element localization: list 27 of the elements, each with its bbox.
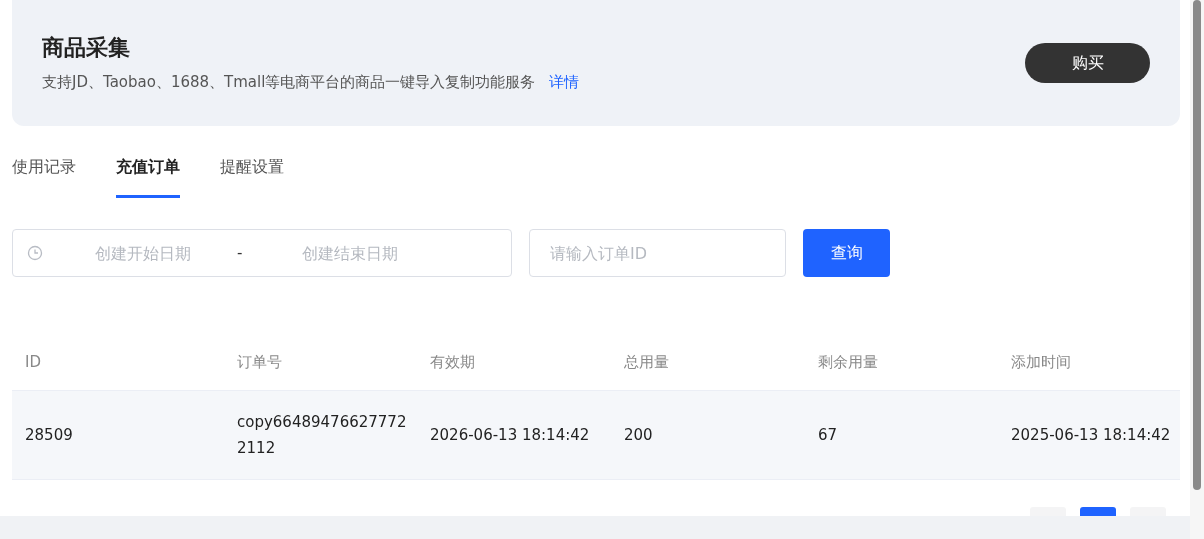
buy-button[interactable]: 购买 [1025,43,1150,83]
scrollbar-thumb[interactable] [1193,0,1201,490]
table-cell: 67 [818,426,838,444]
order-id-field[interactable]: 请输入订单ID [529,229,786,277]
details-link[interactable]: 详情 [549,72,580,92]
end-date-field[interactable]: 创建结束日期 [268,242,433,264]
pagination-button[interactable] [1080,507,1116,516]
column-header: 剩余用量 [818,352,878,371]
clock-icon [27,245,43,261]
banner-description: 支持JD、Taobao、1688、Tmall等电商平台的商品一键导入复制功能服务 [42,72,536,92]
banner-title: 商品采集 [42,33,131,62]
column-header: ID [25,353,41,371]
table-cell: 200 [624,426,653,444]
table-cell: 2026-06-13 18:14:42 [430,426,590,444]
table-cell: 28509 [25,426,73,444]
range-separator: - [237,244,243,262]
query-button[interactable]: 查询 [803,229,890,277]
tab[interactable]: 使用记录 [12,153,76,198]
tab[interactable]: 提醒设置 [220,153,284,198]
start-date-field[interactable]: 创建开始日期 [61,242,225,264]
column-header: 总用量 [624,352,669,371]
table-cell: copy664894766277722112 [237,413,407,457]
column-header: 有效期 [430,352,475,371]
tab[interactable]: 充值订单 [116,153,180,198]
column-header: 订单号 [237,352,282,371]
column-header: 添加时间 [1011,352,1071,371]
table-cell: 2025-06-13 18:14:42 [1011,426,1171,444]
